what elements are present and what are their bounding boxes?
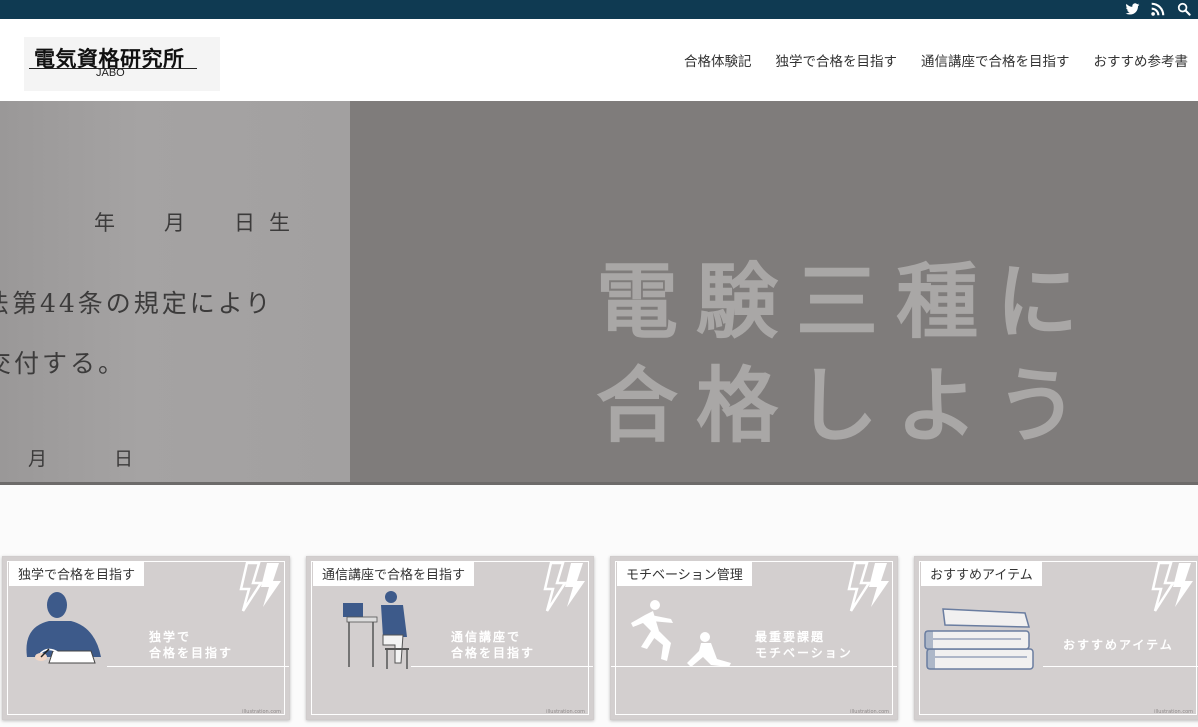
top-bar (0, 0, 1198, 19)
card-tag: おすすめアイテム (921, 562, 1042, 586)
card-credit: illustration.com (1154, 709, 1193, 715)
certificate-line: 交付する。 (0, 349, 127, 378)
card-self-study[interactable]: 独学で合格を目指す 独学で 合格を目指す illustration.com (2, 556, 290, 720)
nav-item-self-study[interactable]: 独学で合格を目指す (776, 50, 898, 70)
card-caption-line: 通信講座で (451, 630, 522, 644)
social-icons (1124, 1, 1192, 17)
card-underline (1043, 666, 1198, 667)
main-nav: 合格体験記 独学で合格を目指す 通信講座で合格を目指す おすすめ参考書 (684, 50, 1188, 70)
card-credit: illustration.com (546, 709, 585, 715)
card-tag: 独学で合格を目指す (9, 562, 145, 586)
card-tag: モチベーション管理 (617, 562, 752, 586)
hero-title: 電験三種に 合格しよう (596, 251, 1097, 459)
person-writing-illustration (26, 592, 101, 664)
certificate-photo: 年 月 日生 法第44条の規定により 交付する。 月 日 (0, 101, 350, 484)
card-caption-line: 独学で (149, 630, 192, 644)
card-tag: 通信講座で合格を目指す (313, 562, 475, 586)
certificate-line: 年 月 日生 (94, 211, 304, 235)
card-caption-line: 合格を目指す (451, 646, 536, 660)
nav-item-books[interactable]: おすすめ参考書 (1094, 50, 1189, 70)
lightning-icon (1151, 561, 1193, 612)
nav-item-correspondence[interactable]: 通信講座で合格を目指す (921, 50, 1070, 70)
lightning-icon (239, 561, 281, 612)
person-at-computer-illustration (343, 591, 409, 669)
card-credit: illustration.com (242, 709, 281, 715)
card-items[interactable]: おすすめアイテム おすすめアイテム illustration.com (914, 556, 1198, 720)
hero-title-line: 合格しよう (596, 359, 1097, 454)
lightning-icon (847, 561, 889, 612)
site-header: 電気資格研究所 JABO 合格体験記 独学で合格を目指す 通信講座で合格を目指す… (0, 19, 1198, 101)
runners-illustration (631, 600, 731, 667)
site-logo[interactable]: 電気資格研究所 JABO (24, 37, 220, 91)
lightning-icon (543, 561, 585, 612)
card-caption: 通信講座で 合格を目指す (451, 629, 535, 661)
card-caption-line: 合格を目指す (149, 646, 234, 660)
search-icon[interactable] (1176, 1, 1192, 17)
books-stack-illustration (924, 608, 1034, 670)
card-caption-line: 最重要課題 (755, 630, 826, 644)
card-underline (611, 666, 897, 667)
certificate-line: 月 日 (28, 448, 158, 470)
card-motivation[interactable]: モチベーション管理 最重要課題 モチベーション illustration.com (610, 556, 898, 720)
hero-bottom-edge (0, 482, 1198, 485)
certificate-line: 法第44条の規定により (0, 289, 274, 318)
card-caption-line: モチベーション (755, 646, 853, 660)
hero-banner[interactable]: 年 月 日生 法第44条の規定により 交付する。 月 日 電験三種に 合格しよう (0, 101, 1198, 484)
card-caption: おすすめアイテム (1063, 637, 1174, 653)
twitter-icon[interactable] (1124, 1, 1140, 17)
rss-icon[interactable] (1150, 1, 1166, 17)
card-credit: illustration.com (850, 709, 889, 715)
card-underline (411, 666, 593, 667)
category-cards: 独学で合格を目指す 独学で 合格を目指す illustration.com 通信… (0, 556, 1198, 727)
card-caption: 最重要課題 モチベーション (755, 629, 853, 661)
card-correspondence[interactable]: 通信講座で合格を目指す 通信講座で 合格を目指す illustration.co… (306, 556, 594, 720)
nav-item-experience[interactable]: 合格体験記 (684, 50, 752, 70)
card-caption: 独学で 合格を目指す (149, 629, 233, 661)
hero-title-line: 電験三種に (596, 255, 1097, 350)
logo-subtitle: JABO (96, 67, 125, 79)
card-caption-line: おすすめアイテム (1063, 638, 1174, 652)
card-underline (107, 666, 289, 667)
